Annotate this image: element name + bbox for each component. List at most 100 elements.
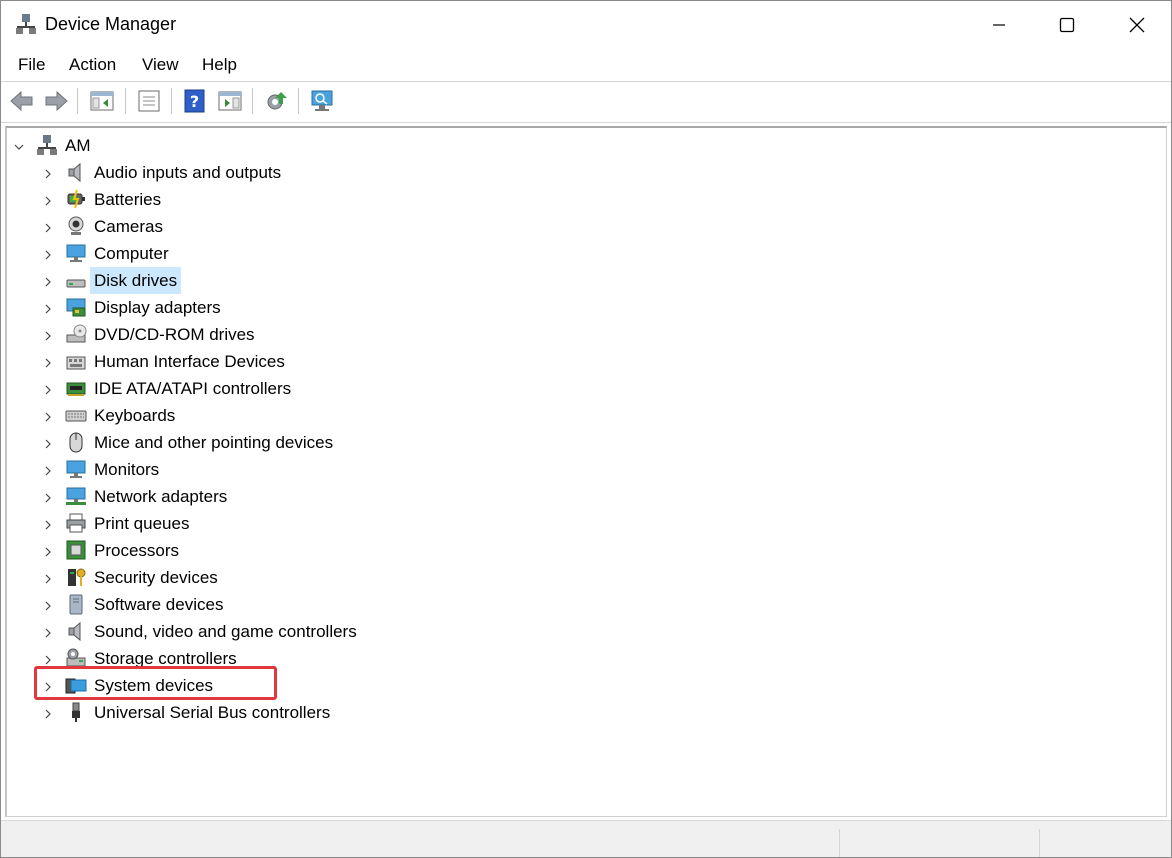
display-adapter-icon	[65, 296, 87, 318]
hid-icon	[65, 350, 87, 372]
chevron-down-icon[interactable]	[13, 140, 25, 152]
tree-item-disk-drives[interactable]: Disk drives	[7, 267, 1107, 294]
minimize-button[interactable]	[963, 1, 1035, 49]
chevron-right-icon[interactable]	[42, 410, 54, 422]
chevron-right-icon[interactable]	[42, 356, 54, 368]
keyboard-icon	[65, 404, 87, 426]
tree-item-label: Monitors	[94, 460, 160, 479]
tree-item-security-devices[interactable]: Security devices	[7, 564, 1107, 591]
window-title: Device Manager	[45, 14, 177, 34]
tree-item-label: DVD/CD-ROM drives	[94, 325, 255, 344]
close-button[interactable]	[1101, 1, 1171, 49]
chevron-right-icon[interactable]	[42, 221, 54, 233]
menu-help[interactable]: Help	[202, 55, 237, 75]
tree-item-display-adapters[interactable]: Display adapters	[7, 294, 1107, 321]
tree-item-keyboards[interactable]: Keyboards	[7, 402, 1107, 429]
software-device-icon	[65, 593, 87, 615]
toolbar-separator	[77, 88, 78, 114]
tree-item-universal-serial-bus-controllers[interactable]: Universal Serial Bus controllers	[7, 699, 1107, 726]
tree-item-label: Keyboards	[94, 406, 176, 425]
ide-controller-icon	[65, 377, 87, 399]
chevron-right-icon[interactable]	[42, 518, 54, 530]
chevron-right-icon[interactable]	[42, 464, 54, 476]
menu-action[interactable]: Action	[69, 55, 116, 75]
tree-item-processors[interactable]: Processors	[7, 537, 1107, 564]
tree-item-batteries[interactable]: Batteries	[7, 186, 1107, 213]
mouse-icon	[65, 431, 87, 453]
monitor-icon	[65, 242, 87, 264]
forward-arrow-icon[interactable]	[43, 88, 69, 114]
chevron-right-icon[interactable]	[42, 383, 54, 395]
chevron-right-icon[interactable]	[42, 302, 54, 314]
toolbar-separator	[252, 88, 253, 114]
disk-drive-icon	[65, 269, 87, 291]
status-separator	[1039, 829, 1040, 857]
tree-item-label: AM	[65, 136, 91, 155]
tree-item-audio-inputs-and-outputs[interactable]: Audio inputs and outputs	[7, 159, 1107, 186]
tree-item-label: Disk drives	[90, 267, 182, 294]
chevron-right-icon[interactable]	[42, 275, 54, 287]
toolbar-separator	[298, 88, 299, 114]
toolbar-separator	[171, 88, 172, 114]
maximize-icon	[1059, 17, 1075, 33]
chevron-right-icon[interactable]	[42, 653, 54, 665]
tree-item-label: Security devices	[94, 568, 218, 587]
device-manager-app-icon	[16, 14, 36, 34]
tree-item-computer[interactable]: Computer	[7, 240, 1107, 267]
tree-item-label: Batteries	[94, 190, 162, 209]
tree-item-software-devices[interactable]: Software devices	[7, 591, 1107, 618]
device-tree: AM Audio inputs and outputs Batteries Camer…	[5, 126, 1167, 817]
speaker-icon	[65, 161, 87, 183]
tree-item-print-queues[interactable]: Print queues	[7, 510, 1107, 537]
tree-root-computer[interactable]: AM	[7, 132, 1107, 159]
title-bar: Device Manager	[1, 1, 1171, 49]
help-icon[interactable]: ?	[182, 88, 208, 114]
printer-icon	[65, 512, 87, 534]
chevron-right-icon[interactable]	[42, 194, 54, 206]
chevron-right-icon[interactable]	[42, 545, 54, 557]
chevron-right-icon[interactable]	[42, 572, 54, 584]
menu-file[interactable]: File	[18, 55, 45, 75]
chevron-right-icon[interactable]	[42, 491, 54, 503]
menu-view[interactable]: View	[142, 55, 179, 75]
scan-hardware-changes-icon[interactable]	[309, 88, 335, 114]
tree-item-label: Human Interface Devices	[94, 352, 285, 371]
tree-item-label: Sound, video and game controllers	[94, 622, 357, 641]
tree-item-label: IDE ATA/ATAPI controllers	[94, 379, 292, 398]
minimize-icon	[993, 24, 1005, 26]
tree-item-label: Network adapters	[94, 487, 228, 506]
chevron-right-icon[interactable]	[42, 599, 54, 611]
tree-item-network-adapters[interactable]: Network adapters	[7, 483, 1107, 510]
network-adapter-icon	[65, 485, 87, 507]
back-arrow-icon[interactable]	[9, 88, 35, 114]
chevron-right-icon[interactable]	[42, 626, 54, 638]
tree-item-monitors[interactable]: Monitors	[7, 456, 1107, 483]
tree-item-ide-ata-atapi-controllers[interactable]: IDE ATA/ATAPI controllers	[7, 375, 1107, 402]
chevron-right-icon[interactable]	[42, 707, 54, 719]
properties-icon[interactable]	[136, 88, 162, 114]
tree-item-sound-video-and-game-controllers[interactable]: Sound, video and game controllers	[7, 618, 1107, 645]
chevron-right-icon[interactable]	[42, 248, 54, 260]
usb-icon	[65, 701, 87, 723]
tree-item-label: Display adapters	[94, 298, 221, 317]
chevron-right-icon[interactable]	[42, 167, 54, 179]
tree-item-mice-and-other-pointing-devices[interactable]: Mice and other pointing devices	[7, 429, 1107, 456]
status-separator	[839, 829, 840, 857]
toolbar-separator	[125, 88, 126, 114]
chevron-right-icon[interactable]	[42, 437, 54, 449]
computer-icon	[36, 134, 58, 156]
maximize-button[interactable]	[1031, 1, 1103, 49]
show-hide-console-tree-icon[interactable]	[89, 88, 115, 114]
update-driver-icon[interactable]	[263, 88, 289, 114]
speaker-icon	[65, 620, 87, 642]
action-pane-icon[interactable]	[217, 88, 243, 114]
processor-icon	[65, 539, 87, 561]
tree-item-label: Computer	[94, 244, 169, 263]
highlight-box	[34, 666, 277, 700]
tree-item-dvd-cd-rom-drives[interactable]: DVD/CD-ROM drives	[7, 321, 1107, 348]
tree-item-human-interface-devices[interactable]: Human Interface Devices	[7, 348, 1107, 375]
status-bar	[1, 820, 1171, 857]
tree-item-cameras[interactable]: Cameras	[7, 213, 1107, 240]
tree-item-label: Cameras	[94, 217, 163, 236]
chevron-right-icon[interactable]	[42, 329, 54, 341]
